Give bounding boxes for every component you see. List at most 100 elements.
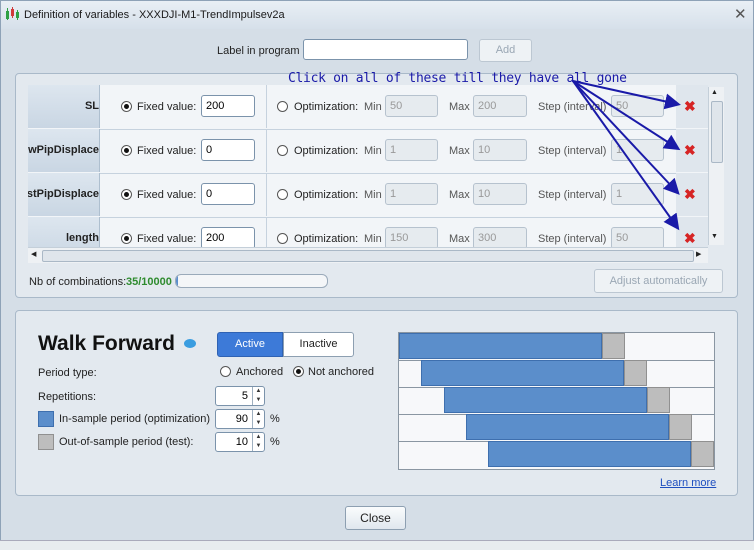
wf-out-sample-bar-2 xyxy=(624,360,647,386)
adjust-automatically-button[interactable]: Adjust automatically xyxy=(594,269,723,293)
in-sample-swatch xyxy=(38,411,54,427)
fixed-value-label: Fixed value: xyxy=(137,101,197,113)
optimization-radio[interactable] xyxy=(277,189,288,200)
learn-more-link[interactable]: Learn more xyxy=(660,477,716,489)
step-input[interactable] xyxy=(611,95,664,117)
scroll-up-arrow-icon[interactable]: ▲ xyxy=(711,89,718,96)
delete-variable-icon[interactable]: ✖ xyxy=(684,142,696,159)
not-anchored-label: Not anchored xyxy=(308,366,375,378)
out-sample-stepper[interactable]: ▲ ▼ xyxy=(252,433,264,451)
wf-in-sample-bar-4 xyxy=(466,414,669,440)
scroll-left-arrow-icon[interactable]: ◀ xyxy=(31,250,36,258)
step-input[interactable] xyxy=(611,227,664,247)
optimization-radio[interactable] xyxy=(277,233,288,244)
out-sample-swatch xyxy=(38,434,54,450)
dialog-window: Definition of variables - XXXDJI-M1-Tren… xyxy=(0,0,754,549)
window-title: Definition of variables - XXXDJI-M1-Tren… xyxy=(24,9,285,21)
variable-name: length xyxy=(28,217,100,247)
optimization-label: Optimization: xyxy=(294,101,359,113)
repetitions-stepper[interactable]: ▲ ▼ xyxy=(252,387,264,405)
wf-out-sample-bar-5 xyxy=(691,441,714,467)
inactive-toggle-button[interactable]: Inactive xyxy=(283,332,354,357)
min-input[interactable] xyxy=(385,183,438,205)
variable-name: SL xyxy=(28,85,100,128)
variable-name: HighestPipDisplace xyxy=(28,173,100,216)
step-input[interactable] xyxy=(611,183,664,205)
out-sample-label: Out-of-sample period (test): xyxy=(59,436,194,448)
max-input[interactable] xyxy=(473,183,527,205)
close-button[interactable]: Close xyxy=(345,506,406,530)
help-speech-icon[interactable] xyxy=(184,339,196,348)
vertical-scrollbar[interactable]: ▲ ▼ xyxy=(708,87,724,245)
variable-name: LowPipDisplace xyxy=(28,129,100,172)
annotation-text: Click on all of these till they have all… xyxy=(288,71,627,86)
optimization-label: Optimization: xyxy=(294,233,359,245)
fixed-value-input[interactable] xyxy=(201,95,255,117)
max-input[interactable] xyxy=(473,227,527,247)
in-sample-percent: % xyxy=(270,413,280,425)
close-window-icon[interactable]: ✕ xyxy=(734,5,747,23)
delete-variable-icon[interactable]: ✖ xyxy=(684,186,696,203)
horizontal-scrollbar[interactable]: ◀ ▶ xyxy=(28,247,708,263)
fixed-value-radio[interactable] xyxy=(121,101,132,112)
not-anchored-radio[interactable] xyxy=(293,366,304,377)
fixed-value-radio[interactable] xyxy=(121,189,132,200)
optimization-label: Optimization: xyxy=(294,145,359,157)
variable-row: LowPipDisplace Fixed value: Optimization: M… xyxy=(28,129,708,174)
walk-forward-diagram xyxy=(398,332,715,470)
scroll-thumb[interactable] xyxy=(711,101,723,163)
fixed-value-input[interactable] xyxy=(201,227,255,247)
max-label: Max xyxy=(449,101,470,113)
add-button[interactable]: Add xyxy=(479,39,532,62)
min-input[interactable] xyxy=(385,227,438,247)
anchored-label: Anchored xyxy=(236,366,284,378)
max-input[interactable] xyxy=(473,95,527,117)
fixed-value-input[interactable] xyxy=(201,139,255,161)
step-label: Step (interval) xyxy=(538,189,607,201)
out-sample-percent: % xyxy=(270,436,280,448)
min-input[interactable] xyxy=(385,95,438,117)
combinations-label: Nb of combinations: xyxy=(29,276,127,288)
min-label: Min xyxy=(364,233,382,245)
label-in-program-input[interactable] xyxy=(303,39,468,60)
combinations-progress-bar xyxy=(175,274,328,288)
combinations-value: 35/10000 xyxy=(126,276,172,288)
step-input[interactable] xyxy=(611,139,664,161)
hscroll-thumb[interactable] xyxy=(42,250,694,262)
wf-out-sample-bar-1 xyxy=(602,333,625,359)
max-label: Max xyxy=(449,145,470,157)
max-input[interactable] xyxy=(473,139,527,161)
min-label: Min xyxy=(364,145,382,157)
variable-row: SL Fixed value: Optimization: Min Max Step (i… xyxy=(28,85,708,130)
wf-in-sample-bar-3 xyxy=(444,387,647,413)
fixed-value-input[interactable] xyxy=(201,183,255,205)
optimization-label: Optimization: xyxy=(294,189,359,201)
in-sample-label: In-sample period (optimization) xyxy=(59,413,211,425)
wf-in-sample-bar-5 xyxy=(488,441,691,467)
title-bar: Definition of variables - XXXDJI-M1-Tren… xyxy=(1,1,753,29)
variable-row: length Fixed value: Optimization: Min Max Ste… xyxy=(28,217,708,247)
min-input[interactable] xyxy=(385,139,438,161)
max-label: Max xyxy=(449,189,470,201)
scroll-right-arrow-icon[interactable]: ▶ xyxy=(696,250,701,258)
fixed-value-label: Fixed value: xyxy=(137,189,197,201)
delete-variable-icon[interactable]: ✖ xyxy=(684,230,696,247)
label-in-program-label: Label in program xyxy=(217,45,300,57)
active-toggle-button[interactable]: Active xyxy=(217,332,283,357)
repetitions-label: Repetitions: xyxy=(38,391,97,403)
delete-variable-icon[interactable]: ✖ xyxy=(684,98,696,115)
fixed-value-radio[interactable] xyxy=(121,233,132,244)
in-sample-stepper[interactable]: ▲ ▼ xyxy=(252,410,264,428)
fixed-value-radio[interactable] xyxy=(121,145,132,156)
max-label: Max xyxy=(449,233,470,245)
fixed-value-label: Fixed value: xyxy=(137,145,197,157)
anchored-radio[interactable] xyxy=(220,366,231,377)
optimization-radio[interactable] xyxy=(277,101,288,112)
wf-out-sample-bar-4 xyxy=(669,414,692,440)
optimization-radio[interactable] xyxy=(277,145,288,156)
scroll-down-arrow-icon[interactable]: ▼ xyxy=(711,233,718,240)
variables-grid: SL Fixed value: Optimization: Min Max Step (i… xyxy=(28,85,708,247)
wf-in-sample-bar-1 xyxy=(399,333,602,359)
fixed-value-label: Fixed value: xyxy=(137,233,197,245)
min-label: Min xyxy=(364,189,382,201)
